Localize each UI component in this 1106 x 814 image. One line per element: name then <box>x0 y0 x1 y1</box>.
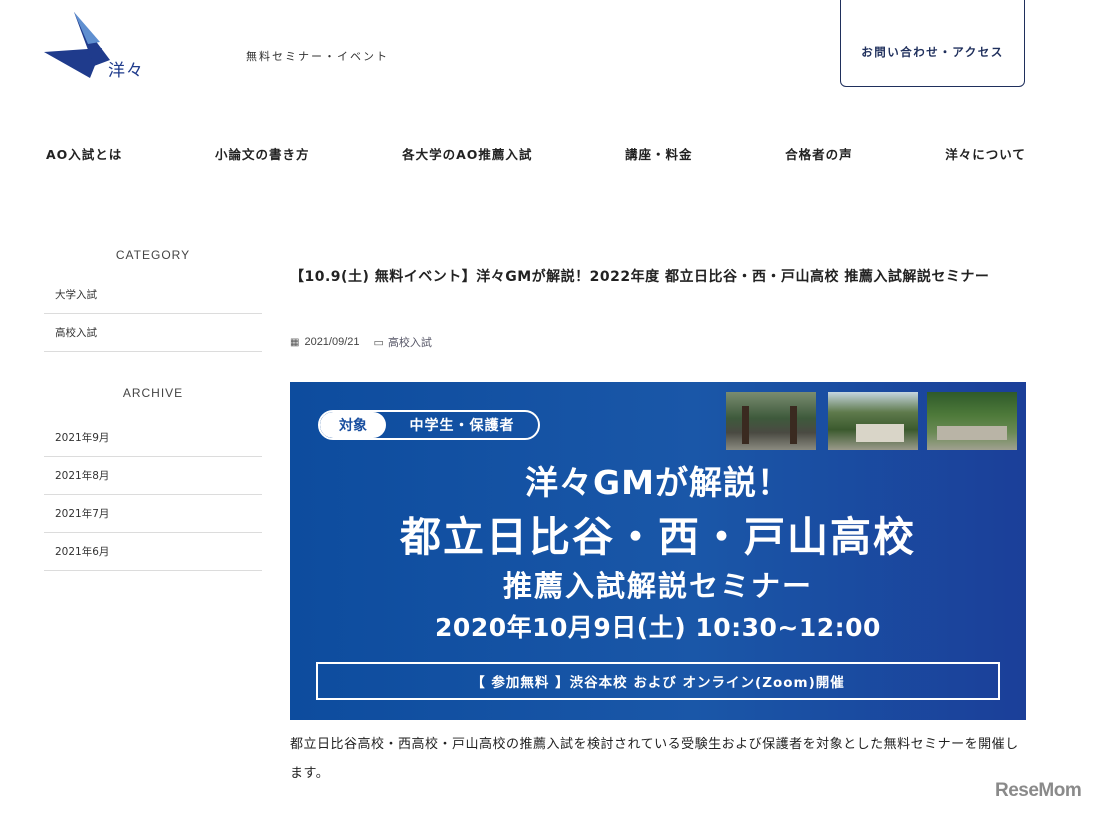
post-date: 2021/09/21 <box>304 336 360 348</box>
category-heading: CATEGORY <box>115 248 191 262</box>
target-value: 中学生・保護者 <box>409 418 515 434</box>
banner-venue-box: 【 参加無料 】渋谷本校 および オンライン(Zoom)開催 <box>316 662 1000 700</box>
folder-icon: ▭ <box>373 336 384 349</box>
post-category-link[interactable]: 高校入試 <box>388 334 432 350</box>
category-item-university[interactable]: 大学入試 <box>44 276 262 314</box>
archive-heading: ARCHIVE <box>122 386 184 400</box>
event-banner-image: 対象 中学生・保護者 洋々GMが解説！ 都立日比谷・西・戸山高校 推薦入試解説セ… <box>290 382 1026 720</box>
school-photo <box>726 392 816 450</box>
category-item-highschool[interactable]: 高校入試 <box>44 314 262 352</box>
contact-access-button[interactable]: お問い合わせ・アクセス <box>840 0 1025 87</box>
calendar-icon: ▦ <box>290 336 300 348</box>
archive-list: 2021年9月 2021年8月 2021年7月 2021年6月 <box>44 419 262 571</box>
global-nav: AO入試とは 小論文の書き方 各大学のAO推薦入試 講座・料金 合格者の声 洋々… <box>46 144 1026 163</box>
seminar-event-link[interactable]: 無料セミナー・イベント <box>246 48 389 64</box>
sidebar: CATEGORY 大学入試 高校入試 ARCHIVE 2021年9月 2021年… <box>44 248 262 571</box>
archive-item[interactable]: 2021年7月 <box>44 495 262 533</box>
logo-text: 洋々 <box>108 61 144 81</box>
target-label: 対象 <box>320 412 386 438</box>
banner-schools: 都立日比谷・西・戸山高校 <box>400 513 916 561</box>
nav-item-essay[interactable]: 小論文の書き方 <box>215 144 310 163</box>
nav-item-university-ao[interactable]: 各大学のAO推薦入試 <box>402 144 532 163</box>
nav-item-about-yoyo[interactable]: 洋々について <box>945 144 1026 163</box>
archive-item[interactable]: 2021年8月 <box>44 457 262 495</box>
archive-item[interactable]: 2021年6月 <box>44 533 262 571</box>
school-photo <box>927 392 1017 450</box>
archive-item[interactable]: 2021年9月 <box>44 419 262 457</box>
banner-seminar-title: 推薦入試解説セミナー <box>502 569 813 603</box>
resemom-watermark: ReseMom <box>995 780 1082 801</box>
nav-item-ao-about[interactable]: AO入試とは <box>46 144 122 163</box>
target-pill: 対象 中学生・保護者 <box>318 410 540 440</box>
post-meta: ▦ 2021/09/21 ▭ 高校入試 <box>290 334 1026 350</box>
banner-headline: 洋々GMが解説！ <box>525 463 791 502</box>
nav-item-courses-fees[interactable]: 講座・料金 <box>625 144 693 163</box>
category-list: 大学入試 高校入試 <box>44 276 262 352</box>
post-body-text: 都立日比谷高校・西高校・戸山高校の推薦入試を検討されている受験生および保護者を対… <box>290 737 1019 781</box>
banner-datetime: 2020年10月9日(土) 10:30~12:00 <box>435 613 881 642</box>
school-photo <box>828 392 918 450</box>
post-content: 【10.9(土) 無料イベント】洋々GMが解説！2022年度 都立日比谷・西・戸… <box>290 264 1026 788</box>
post-title: 【10.9(土) 無料イベント】洋々GMが解説！2022年度 都立日比谷・西・戸… <box>290 269 990 285</box>
nav-item-testimonials[interactable]: 合格者の声 <box>785 144 853 163</box>
